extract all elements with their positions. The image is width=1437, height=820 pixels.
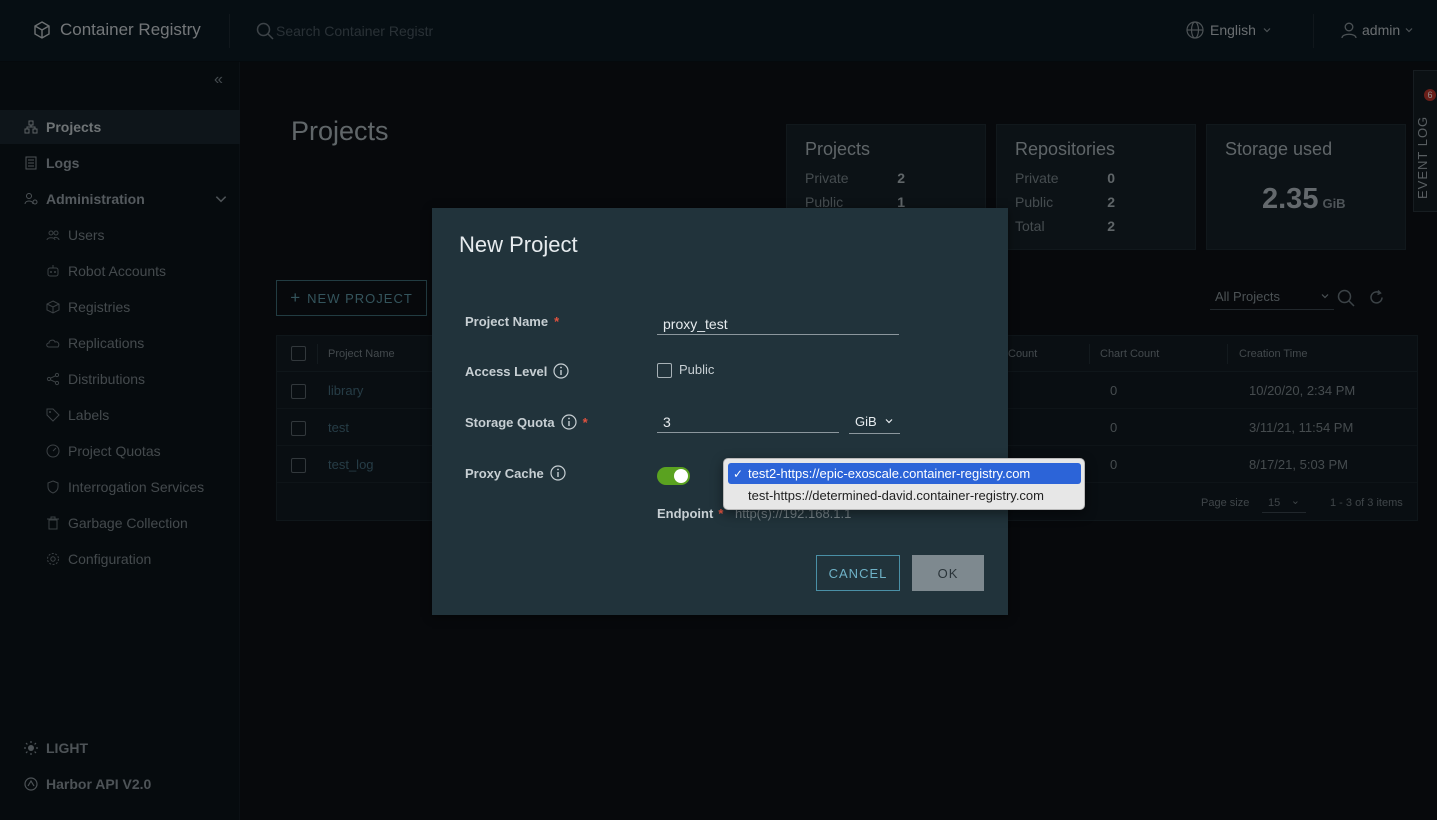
new-project-modal: New Project Project Name * Access Level … (432, 208, 1008, 615)
public-checkbox[interactable] (657, 363, 672, 378)
project-name-input[interactable] (657, 313, 899, 335)
project-name-label: Project Name * (465, 314, 559, 329)
endpoint-label: Endpoint * (657, 506, 723, 521)
access-level-label: Access Level (465, 363, 570, 379)
proxy-cache-label: Proxy Cache (465, 465, 566, 481)
storage-quota-input[interactable] (657, 411, 839, 433)
cancel-button[interactable]: CANCEL (816, 555, 900, 591)
toggle-knob (674, 469, 688, 483)
storage-unit-value: GiB (855, 414, 877, 429)
label-text: Access Level (465, 363, 548, 379)
ok-button[interactable]: OK (912, 555, 984, 591)
check-icon: ✓ (732, 466, 744, 481)
option-label: test2-https://epic-exoscale.container-re… (748, 466, 1031, 481)
modal-title: New Project (459, 232, 578, 257)
label-text: Endpoint (657, 506, 714, 521)
info-icon[interactable] (550, 465, 566, 481)
proxy-cache-toggle[interactable] (657, 467, 690, 485)
storage-unit-select[interactable]: GiB (849, 411, 900, 434)
endpoint-option[interactable]: ✓ test2-https://epic-exoscale.container-… (728, 463, 1081, 484)
label-text: Proxy Cache (465, 465, 544, 481)
label-text: Project Name (465, 314, 549, 329)
option-label: test-https://determined-david.container-… (748, 488, 1044, 503)
endpoint-option[interactable]: test-https://determined-david.container-… (728, 485, 1081, 506)
storage-quota-label: Storage Quota * (465, 414, 588, 430)
required-mark: * (554, 314, 560, 329)
public-checkbox-label: Public (679, 362, 715, 377)
endpoint-dropdown: ✓ test2-https://epic-exoscale.container-… (723, 458, 1085, 510)
required-mark: * (582, 414, 588, 430)
chevron-down-icon (885, 419, 893, 424)
required-mark: * (718, 506, 724, 521)
info-icon[interactable] (553, 363, 570, 379)
info-icon[interactable] (560, 414, 577, 430)
label-text: Storage Quota (465, 414, 555, 430)
